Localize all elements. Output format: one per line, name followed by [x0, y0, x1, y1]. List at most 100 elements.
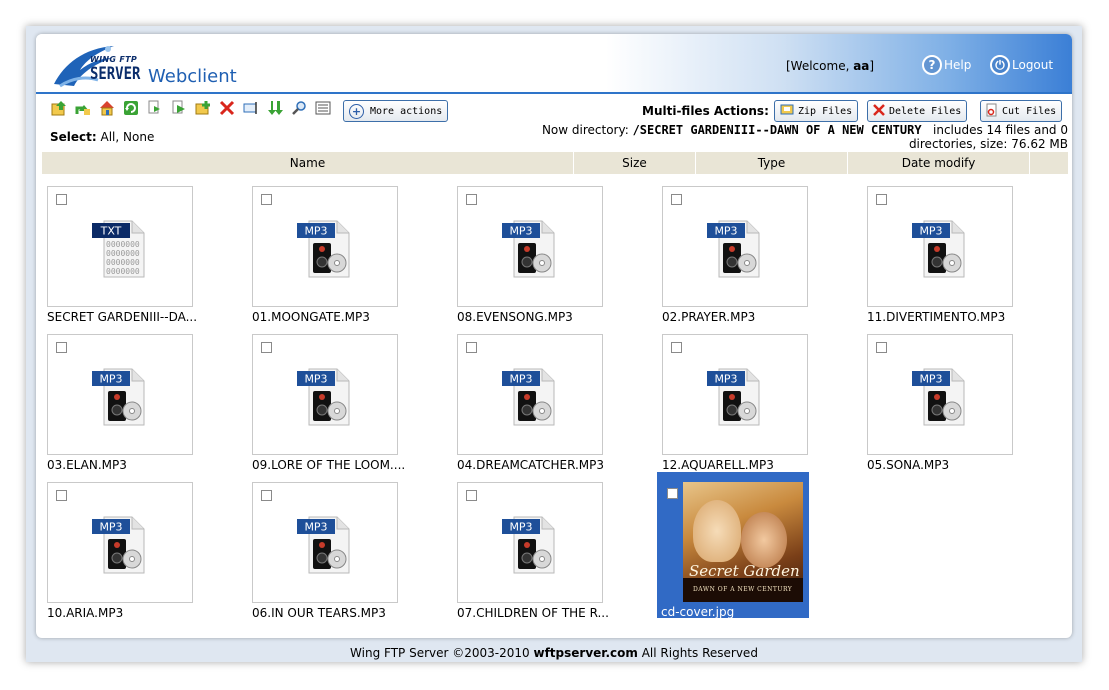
svg-text:MP3: MP3 — [99, 373, 122, 386]
file-checkbox[interactable] — [876, 194, 887, 205]
footer: Wing FTP Server ©2003-2010 wftpserver.co… — [26, 646, 1082, 660]
file-tile[interactable]: MP3 03.ELAN.MP3 — [44, 334, 244, 474]
file-tile[interactable]: MP3 02.PRAYER.MP3 — [659, 186, 859, 326]
move-icon[interactable] — [170, 99, 188, 117]
plus-icon: + — [349, 103, 364, 119]
column-type[interactable]: Type — [696, 152, 848, 174]
file-tile[interactable]: MP3 09.LORE OF THE LOOM.... — [249, 334, 449, 474]
footer-site-link[interactable]: wftpserver.com — [533, 646, 637, 660]
file-name[interactable]: SECRET GARDENIII--DA... — [47, 310, 197, 324]
file-thumbnail[interactable]: MP3 — [457, 334, 603, 455]
file-thumbnail[interactable]: MP3 — [252, 482, 398, 603]
file-checkbox[interactable] — [671, 342, 682, 353]
file-thumbnail[interactable]: MP3 — [457, 186, 603, 307]
file-name[interactable]: 11.DIVERTIMENTO.MP3 — [867, 310, 1005, 324]
file-checkbox[interactable] — [466, 194, 477, 205]
cd-cover-thumbnail[interactable]: Secret Garden DAWN OF A NEW CENTURY — [683, 482, 803, 602]
mp3-file-icon: MP3 — [295, 365, 359, 432]
delete-icon[interactable] — [218, 99, 236, 117]
more-actions-button[interactable]: + More actions — [343, 100, 449, 122]
file-thumbnail[interactable]: MP3 — [867, 186, 1013, 307]
file-name[interactable]: 04.DREAMCATCHER.MP3 — [457, 458, 604, 472]
file-tile[interactable]: MP3 12.AQUARELL.MP3 — [659, 334, 859, 474]
file-checkbox[interactable] — [261, 342, 272, 353]
file-checkbox[interactable] — [466, 490, 477, 501]
select-all-link[interactable]: All — [101, 130, 116, 144]
file-tile[interactable]: MP3 10.ARIA.MP3 — [44, 482, 244, 622]
file-tile[interactable]: MP3 04.DREAMCATCHER.MP3 — [454, 334, 654, 474]
download-icon[interactable] — [266, 99, 284, 117]
file-tile[interactable]: MP3 11.DIVERTIMENTO.MP3 — [864, 186, 1064, 326]
file-thumbnail[interactable]: TXT 0000000 0000000 0000000 0000000 — [47, 186, 193, 307]
svg-text:0000000: 0000000 — [106, 249, 140, 258]
cut-files-button[interactable]: Cut Files — [980, 100, 1063, 122]
mp3-file-icon: MP3 — [500, 513, 564, 580]
file-tile[interactable]: Secret Garden DAWN OF A NEW CENTURY cd-cov… — [657, 472, 859, 622]
zip-files-button[interactable]: Zip Files — [774, 100, 859, 122]
file-name[interactable]: 02.PRAYER.MP3 — [662, 310, 755, 324]
file-name[interactable]: 05.SONA.MP3 — [867, 458, 949, 472]
column-name[interactable]: Name — [42, 152, 574, 174]
rename-icon[interactable] — [242, 99, 260, 117]
new-folder-icon[interactable] — [194, 99, 212, 117]
mp3-file-icon: MP3 — [910, 217, 974, 284]
multi-files-label: Multi-files Actions: — [642, 104, 769, 118]
svg-text:MP3: MP3 — [509, 521, 532, 534]
file-thumbnail[interactable]: MP3 — [457, 482, 603, 603]
file-tile[interactable]: TXT 0000000 0000000 0000000 0000000 SECRET… — [44, 186, 244, 326]
file-tile[interactable]: MP3 08.EVENSONG.MP3 — [454, 186, 654, 326]
file-name[interactable]: 06.IN OUR TEARS.MP3 — [252, 606, 386, 620]
help-link[interactable]: ? Help — [922, 53, 971, 77]
file-checkbox[interactable] — [466, 342, 477, 353]
file-thumbnail[interactable]: MP3 — [867, 334, 1013, 455]
logout-link[interactable]: ⏻ Logout — [990, 53, 1053, 77]
go-up-icon[interactable] — [74, 99, 92, 117]
file-thumbnail[interactable]: MP3 — [662, 334, 808, 455]
directory-summary-1: includes 14 files and 0 — [933, 123, 1068, 137]
logo-wordmark-big: SERVER — [90, 64, 141, 84]
file-checkbox[interactable] — [671, 194, 682, 205]
home-icon[interactable] — [98, 99, 116, 117]
column-size[interactable]: Size — [574, 152, 696, 174]
webclient-panel: WING FTP SERVER Webclient [Welcome, aa] … — [36, 34, 1072, 638]
svg-text:MP3: MP3 — [714, 225, 737, 238]
mp3-file-icon: MP3 — [705, 365, 769, 432]
delete-files-button[interactable]: Delete Files — [867, 100, 968, 122]
file-thumbnail[interactable]: MP3 — [252, 186, 398, 307]
file-thumbnail[interactable]: MP3 — [662, 186, 808, 307]
file-name[interactable]: 10.ARIA.MP3 — [47, 606, 123, 620]
file-checkbox[interactable] — [261, 490, 272, 501]
file-name[interactable]: 07.CHILDREN OF THE R... — [457, 606, 609, 620]
select-separator: , — [115, 130, 124, 144]
file-tile[interactable]: MP3 06.IN OUR TEARS.MP3 — [249, 482, 449, 622]
file-tile[interactable]: MP3 01.MOONGATE.MP3 — [249, 186, 449, 326]
view-mode-icon[interactable] — [314, 99, 332, 117]
file-name[interactable]: cd-cover.jpg — [661, 605, 734, 619]
upload-icon[interactable] — [50, 99, 68, 117]
app-title: Webclient — [148, 66, 237, 87]
file-name[interactable]: 03.ELAN.MP3 — [47, 458, 127, 472]
file-tile[interactable]: MP3 07.CHILDREN OF THE R... — [454, 482, 654, 622]
search-icon[interactable] — [290, 99, 308, 117]
file-thumbnail[interactable]: MP3 — [47, 482, 193, 603]
file-thumbnail[interactable]: MP3 — [47, 334, 193, 455]
file-checkbox[interactable] — [56, 342, 67, 353]
wing-ftp-logo[interactable]: WING FTP SERVER Webclient — [50, 40, 240, 90]
file-checkbox[interactable] — [667, 488, 678, 499]
copy-icon[interactable] — [146, 99, 164, 117]
file-tile[interactable]: MP3 05.SONA.MP3 — [864, 334, 1064, 474]
file-checkbox[interactable] — [261, 194, 272, 205]
file-name[interactable]: 09.LORE OF THE LOOM.... — [252, 458, 405, 472]
file-name[interactable]: 01.MOONGATE.MP3 — [252, 310, 370, 324]
svg-text:0000000: 0000000 — [106, 267, 140, 276]
refresh-icon[interactable] — [122, 99, 140, 117]
column-date-modify[interactable]: Date modify — [848, 152, 1030, 174]
file-name[interactable]: 12.AQUARELL.MP3 — [662, 458, 774, 472]
file-checkbox[interactable] — [56, 490, 67, 501]
file-name[interactable]: 08.EVENSONG.MP3 — [457, 310, 573, 324]
select-none-link[interactable]: None — [123, 130, 154, 144]
file-thumbnail[interactable]: MP3 — [252, 334, 398, 455]
username: aa — [853, 59, 870, 73]
file-checkbox[interactable] — [56, 194, 67, 205]
file-checkbox[interactable] — [876, 342, 887, 353]
